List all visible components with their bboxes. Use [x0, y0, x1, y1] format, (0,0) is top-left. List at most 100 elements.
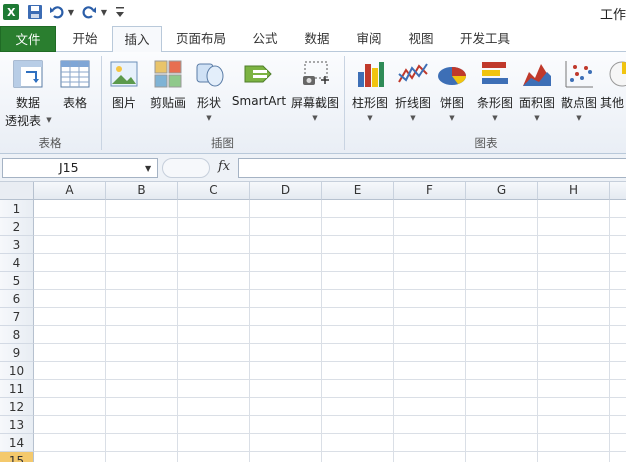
other-charts-button[interactable]: 其他: [600, 56, 626, 130]
ribbon-tabs: 文件 开始 插入 页面布局 公式 数据 审阅 视图 开发工具: [0, 24, 626, 53]
picture-button[interactable]: 图片: [104, 56, 144, 130]
gridline: [34, 343, 626, 344]
line-chart-button[interactable]: 折线图 ▼: [392, 56, 434, 130]
column-header-d[interactable]: D: [250, 182, 322, 200]
tab-home[interactable]: 开始: [60, 26, 110, 52]
redo-dropdown-icon[interactable]: ▼: [99, 3, 109, 21]
row-header-1[interactable]: 1: [0, 200, 34, 218]
column-header-e[interactable]: E: [322, 182, 394, 200]
pivot-table-button[interactable]: 数据 透视表 ▼: [2, 56, 54, 130]
gridline: [537, 200, 538, 462]
column-chart-button[interactable]: 柱形图 ▼: [348, 56, 392, 130]
column-header-a[interactable]: A: [34, 182, 106, 200]
smartart-icon: [243, 58, 275, 90]
shapes-button[interactable]: 形状 ▼: [192, 56, 226, 130]
row-header-13[interactable]: 13: [0, 416, 34, 434]
insert-function-icon[interactable]: fx: [218, 159, 230, 174]
name-box-dropdown-icon[interactable]: ▼: [145, 164, 151, 173]
group-label-tables: 表格: [38, 136, 62, 150]
customize-qat-icon[interactable]: [114, 3, 126, 21]
tab-file[interactable]: 文件: [0, 26, 56, 52]
group-tables: 数据 透视表 ▼ 表格 表格: [0, 52, 100, 154]
row-header-4[interactable]: 4: [0, 254, 34, 272]
other-charts-icon: [606, 58, 626, 90]
scatter-chart-dropdown-icon: ▼: [576, 114, 582, 122]
name-box[interactable]: J15: [2, 158, 158, 178]
area-chart-button[interactable]: 面积图 ▼: [516, 56, 558, 130]
ribbon-insert: 数据 透视表 ▼ 表格 表格 图片 剪贴画 形状 ▼ SmartArt 屏幕截图…: [0, 52, 626, 154]
tab-review[interactable]: 审阅: [344, 26, 394, 52]
gridline: [105, 200, 106, 462]
gridline: [393, 200, 394, 462]
picture-icon: [108, 58, 140, 90]
pivot-table-icon: [12, 58, 44, 90]
gridline: [249, 200, 250, 462]
table-button[interactable]: 表格: [54, 56, 96, 130]
row-header-15[interactable]: 15: [0, 452, 34, 462]
row-header-14[interactable]: 14: [0, 434, 34, 452]
column-header-f[interactable]: F: [394, 182, 466, 200]
tab-formulas[interactable]: 公式: [240, 26, 290, 52]
column-header-c[interactable]: C: [178, 182, 250, 200]
gridline: [34, 235, 626, 236]
tab-developer[interactable]: 开发工具: [452, 26, 518, 52]
screenshot-button[interactable]: 屏幕截图 ▼: [288, 56, 342, 130]
shapes-icon: [193, 58, 225, 90]
row-header-10[interactable]: 10: [0, 362, 34, 380]
bar-chart-button[interactable]: 条形图 ▼: [474, 56, 516, 130]
pie-chart-dropdown-icon: ▼: [449, 114, 455, 122]
row-header-2[interactable]: 2: [0, 218, 34, 236]
save-icon[interactable]: [26, 3, 44, 21]
bar-chart-icon: [479, 58, 511, 90]
tab-data[interactable]: 数据: [292, 26, 342, 52]
column-header-i[interactable]: [610, 182, 626, 200]
scatter-chart-label: 散点图: [560, 96, 597, 110]
column-header-b[interactable]: B: [106, 182, 178, 200]
area-chart-label: 面积图: [518, 96, 555, 110]
shapes-label: 形状: [196, 96, 221, 110]
formula-bar-splitter[interactable]: [162, 158, 210, 178]
shapes-dropdown-icon: ▼: [206, 114, 212, 122]
column-chart-label: 柱形图: [351, 96, 388, 110]
row-header-9[interactable]: 9: [0, 344, 34, 362]
table-label: 表格: [62, 96, 87, 110]
screenshot-icon: [299, 58, 331, 90]
area-chart-icon: [521, 58, 553, 90]
tab-page-layout[interactable]: 页面布局: [168, 26, 234, 52]
gridline: [34, 325, 626, 326]
row-header-5[interactable]: 5: [0, 272, 34, 290]
excel-icon[interactable]: X: [2, 3, 20, 21]
group-charts: 柱形图 ▼ 折线图 ▼ 饼图 ▼ 条形图 ▼ 面积图 ▼ 散点图 ▼ 其他 图表: [346, 52, 626, 154]
screenshot-dropdown-icon: ▼: [312, 114, 318, 122]
row-header-8[interactable]: 8: [0, 326, 34, 344]
column-header-h[interactable]: H: [538, 182, 610, 200]
gridline: [34, 307, 626, 308]
redo-icon[interactable]: [80, 3, 98, 21]
column-header-g[interactable]: G: [466, 182, 538, 200]
clipart-icon: [152, 58, 184, 90]
clipart-label: 剪贴画: [149, 96, 186, 110]
row-header-7[interactable]: 7: [0, 308, 34, 326]
row-header-11[interactable]: 11: [0, 380, 34, 398]
window-title: 工作: [600, 8, 626, 23]
gridline: [34, 253, 626, 254]
line-chart-icon: [397, 58, 429, 90]
row-header-6[interactable]: 6: [0, 290, 34, 308]
pie-chart-button[interactable]: 饼图 ▼: [434, 56, 470, 130]
clipart-button[interactable]: 剪贴画: [146, 56, 190, 130]
worksheet-grid[interactable]: A B C D E F G H 1 2 3 4 5 6 7 8 9 10 11 …: [0, 182, 626, 462]
row-header-3[interactable]: 3: [0, 236, 34, 254]
scatter-chart-button[interactable]: 散点图 ▼: [558, 56, 600, 130]
tab-view[interactable]: 视图: [396, 26, 446, 52]
undo-dropdown-icon[interactable]: ▼: [66, 3, 76, 21]
formula-input[interactable]: [238, 158, 626, 178]
row-header-12[interactable]: 12: [0, 398, 34, 416]
gridline: [34, 379, 626, 380]
gridline: [34, 397, 626, 398]
undo-icon[interactable]: [48, 3, 66, 21]
picture-label: 图片: [111, 96, 136, 110]
tab-insert[interactable]: 插入: [112, 26, 162, 53]
gridline: [34, 433, 626, 434]
smartart-button[interactable]: SmartArt: [230, 56, 288, 130]
select-all-corner[interactable]: [0, 182, 34, 200]
